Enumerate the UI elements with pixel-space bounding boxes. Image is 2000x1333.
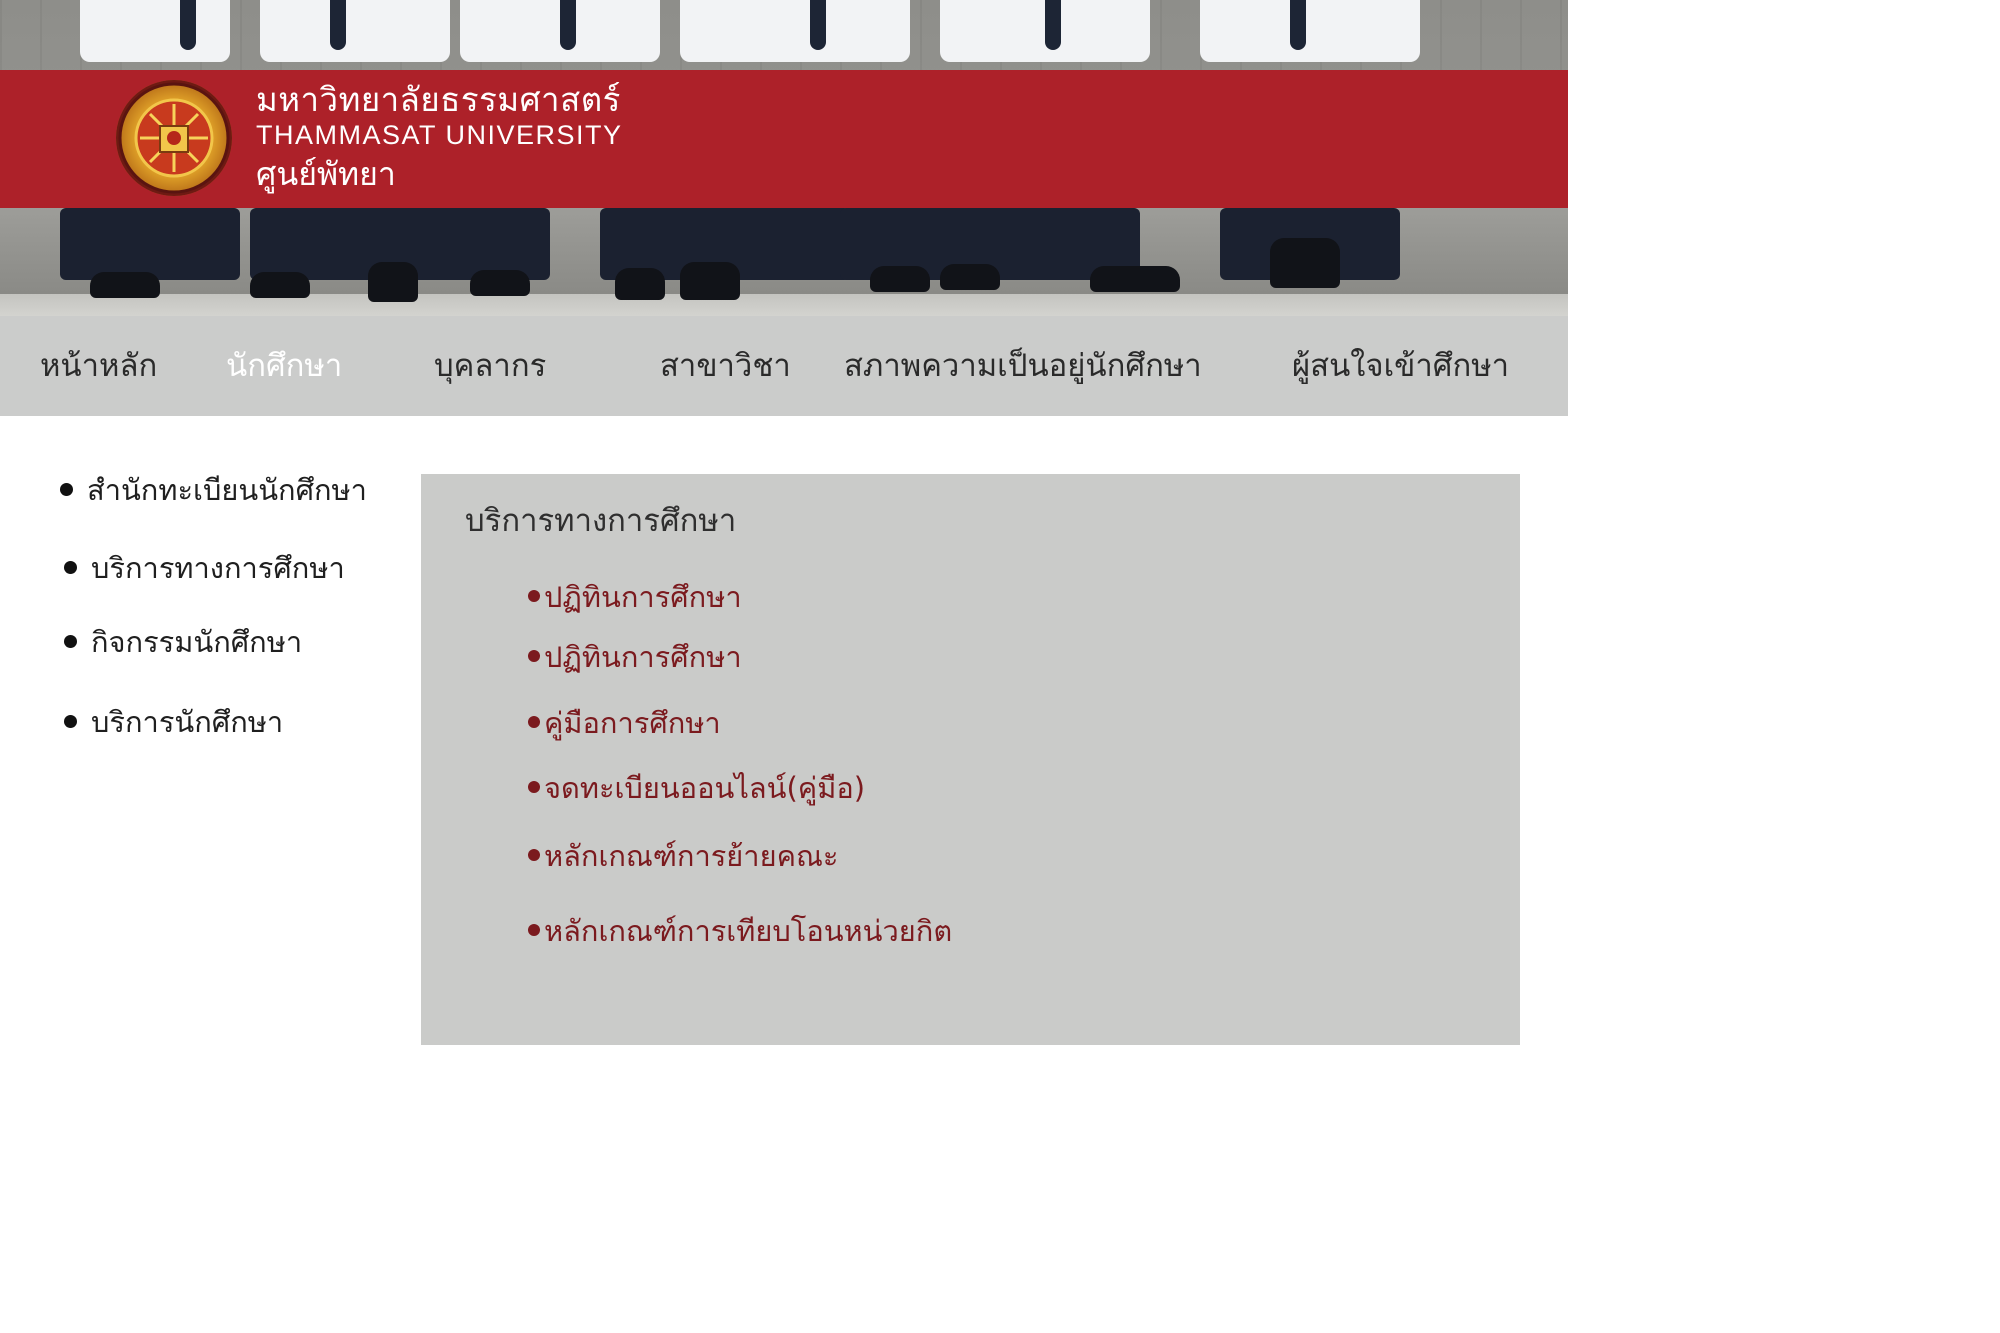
sidebar-item-student-activities[interactable]: กิจกรรมนักศึกษา [64, 622, 302, 662]
student-shoe [940, 264, 1000, 290]
sidebar-item-label: กิจกรรมนักศึกษา [91, 625, 303, 659]
sidebar-item-label: บริการทางการศึกษา [91, 551, 345, 585]
bullet-icon [528, 924, 540, 936]
university-banner [0, 70, 1568, 208]
link-academic-calendar-2[interactable]: ปฏิทินการศึกษา [528, 637, 742, 677]
hero-floor [0, 294, 1568, 316]
sidebar-item-registrar[interactable]: สำนักทะเบียนนักศึกษา [60, 470, 367, 510]
banner-title-english: THAMMASAT UNIVERSITY [256, 120, 623, 150]
nav-item-prospective[interactable]: ผู้สนใจเข้าศึกษา [1292, 344, 1509, 388]
link-faculty-transfer-rules[interactable]: หลักเกณฑ์การย้ายคณะ [528, 836, 838, 876]
panel-title: บริการทางการศึกษา [465, 503, 737, 539]
student-trousers [60, 208, 240, 280]
link-label: หลักเกณฑ์การย้ายคณะ [544, 839, 839, 873]
student-shirt [680, 0, 910, 62]
student-tie [180, 0, 196, 50]
student-shoe [368, 262, 418, 302]
link-academic-calendar[interactable]: ปฏิทินการศึกษา [528, 577, 742, 617]
content-panel [421, 474, 1520, 1045]
link-credit-transfer-rules[interactable]: หลักเกณฑ์การเทียบโอนหน่วยกิต [528, 911, 952, 951]
student-shoe [1270, 238, 1340, 288]
bullet-icon [64, 714, 77, 728]
student-shoe [1090, 266, 1180, 292]
student-shoe [250, 272, 310, 298]
link-label: จดทะเบียนออนไลน์(คู่มือ) [544, 771, 866, 805]
link-label: ปฏิทินการศึกษา [544, 640, 742, 674]
student-shirt [260, 0, 450, 62]
sidebar-item-label: บริการนักศึกษา [91, 705, 284, 739]
bullet-icon [60, 482, 73, 496]
student-tie [1290, 0, 1306, 50]
link-label: คู่มือการศึกษา [544, 706, 721, 740]
sidebar-item-student-services[interactable]: บริการนักศึกษา [64, 702, 283, 742]
link-study-handbook[interactable]: คู่มือการศึกษา [528, 703, 721, 743]
banner-campus-name: ศูนย์พัทยา [256, 155, 396, 193]
nav-item-staff[interactable]: บุคลากร [434, 344, 546, 388]
nav-item-students[interactable]: นักศึกษา [226, 344, 342, 388]
university-seal-logo[interactable] [116, 80, 232, 196]
sidebar-item-education-services[interactable]: บริการทางการศึกษา [64, 548, 345, 588]
nav-item-student-life[interactable]: สภาพความเป็นอยู่นักศึกษา [844, 344, 1202, 388]
link-online-registration-manual[interactable]: จดทะเบียนออนไลน์(คู่มือ) [528, 768, 865, 808]
student-tie [330, 0, 346, 50]
banner-title-thai: มหาวิทยาลัยธรรมศาสตร์ [256, 80, 621, 119]
student-shoe [615, 268, 665, 300]
link-label: ปฏิทินการศึกษา [544, 580, 742, 614]
bullet-icon [528, 716, 540, 728]
nav-item-programs[interactable]: สาขาวิชา [660, 344, 791, 388]
nav-item-home[interactable]: หน้าหลัก [40, 344, 157, 388]
student-tie [1045, 0, 1061, 50]
student-shoe [470, 270, 530, 296]
student-shirt [80, 0, 230, 62]
student-tie [810, 0, 826, 50]
bullet-icon [64, 634, 77, 648]
bullet-icon [528, 849, 540, 861]
link-label: หลักเกณฑ์การเทียบโอนหน่วยกิต [544, 914, 953, 948]
student-shoe [90, 272, 160, 298]
bullet-icon [528, 650, 540, 662]
student-tie [560, 0, 576, 50]
student-shirt [1200, 0, 1420, 62]
bullet-icon [64, 560, 77, 574]
student-shoe [680, 262, 740, 300]
bullet-icon [528, 590, 540, 602]
sidebar-item-label: สำนักทะเบียนนักศึกษา [87, 473, 367, 507]
bullet-icon [528, 781, 540, 793]
student-shoe [870, 266, 930, 292]
